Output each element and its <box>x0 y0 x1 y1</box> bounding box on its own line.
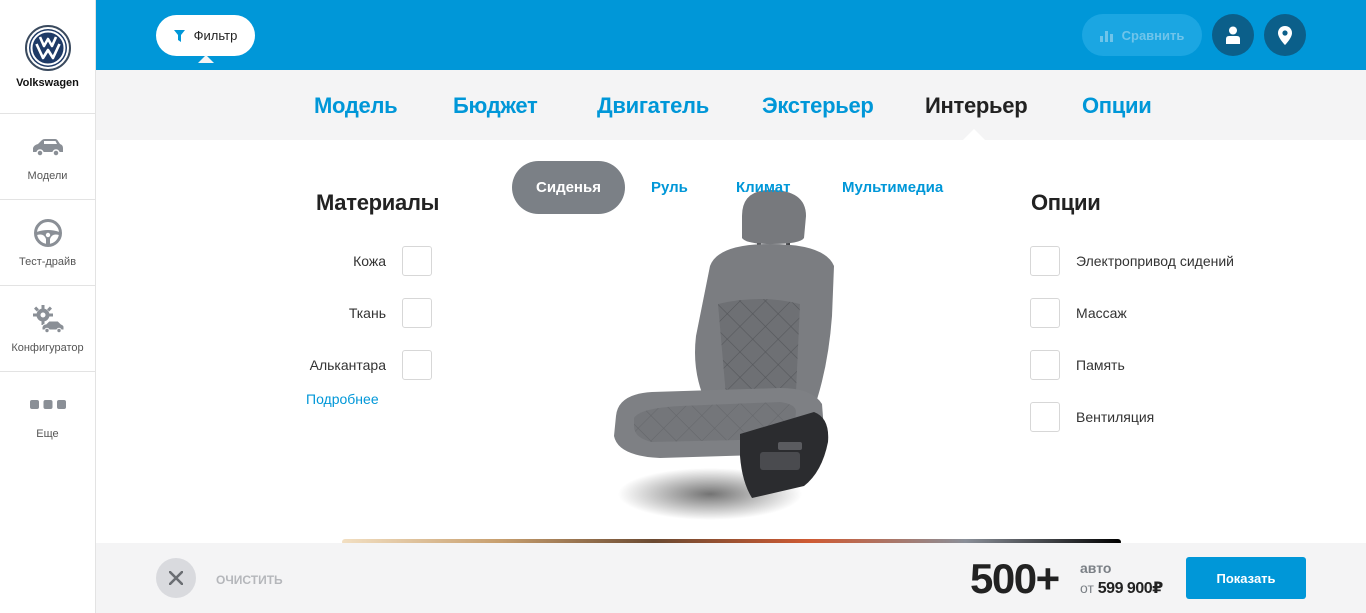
user-icon <box>1226 26 1240 44</box>
option-label: Массаж <box>1076 305 1127 321</box>
bottom-bar: ОЧИСТИТЬ 500+ авто от 599 900₽ Показать <box>96 543 1366 613</box>
subtab-climate[interactable]: Климат <box>736 179 791 196</box>
option-memory[interactable]: Память <box>1030 350 1125 380</box>
close-icon <box>169 571 183 585</box>
bar-chart-icon <box>1099 30 1113 42</box>
sidebar-item-label: Еще <box>36 428 59 440</box>
material-label: Алькантара <box>309 357 386 373</box>
material-option-leather[interactable]: Кожа <box>230 246 432 276</box>
tab-model[interactable]: Модель <box>314 93 398 119</box>
brand[interactable]: Volkswagen <box>0 0 95 114</box>
location-pin-icon <box>1278 25 1292 45</box>
option-label: Электропривод сидений <box>1076 253 1234 269</box>
clear-button[interactable] <box>156 558 196 598</box>
options-title: Опции <box>1031 190 1101 215</box>
leather-checkbox[interactable] <box>402 246 432 276</box>
material-option-alcantara[interactable]: Алькантара <box>230 350 432 380</box>
material-label: Ткань <box>348 305 386 321</box>
user-button[interactable] <box>1212 14 1254 56</box>
car-icon <box>32 138 63 157</box>
materials-title: Материалы <box>316 190 440 215</box>
subtab-steering[interactable]: Руль <box>651 179 688 196</box>
sidebar-item-label: Конфигуратор <box>11 341 84 354</box>
tab-interior[interactable]: Интерьер <box>925 93 1028 119</box>
compare-button[interactable]: Сравнить <box>1082 14 1202 56</box>
left-sidebar: Volkswagen Модели Тест-драйв Конфигурато… <box>0 0 96 613</box>
location-button[interactable] <box>1264 14 1306 56</box>
material-option-fabric[interactable]: Ткань <box>230 298 432 328</box>
clear-label[interactable]: ОЧИСТИТЬ <box>216 573 283 587</box>
price-prefix: от <box>1080 580 1094 596</box>
option-power-seats[interactable]: Электропривод сидений <box>1030 246 1234 276</box>
ventilation-checkbox[interactable] <box>1030 402 1060 432</box>
memory-checkbox[interactable] <box>1030 350 1060 380</box>
steering-wheel-icon <box>33 218 62 247</box>
vw-logo-icon <box>24 24 71 71</box>
option-label: Память <box>1076 357 1125 373</box>
material-label: Кожа <box>353 253 386 269</box>
price-value: 599 900₽ <box>1097 580 1163 597</box>
top-bar: Фильтр Сравнить <box>96 0 1366 70</box>
active-tab-pointer <box>962 129 986 141</box>
more-info-link[interactable]: Подробнее <box>306 391 379 407</box>
compare-label: Сравнить <box>1121 27 1185 43</box>
sidebar-item-configurator[interactable]: Конфигуратор <box>0 286 95 372</box>
subtab-seats[interactable]: Сиденья <box>512 161 625 214</box>
sidebar-item-test-drive[interactable]: Тест-драйв <box>0 200 95 286</box>
gear-car-icon <box>32 304 64 333</box>
alcantara-checkbox[interactable] <box>402 350 432 380</box>
sidebar-item-label: Тест-драйв <box>18 255 77 268</box>
sidebar-item-models[interactable]: Модели <box>0 114 95 200</box>
fabric-checkbox[interactable] <box>402 298 432 328</box>
result-unit: авто <box>1080 560 1112 576</box>
price-from: от 599 900₽ <box>1080 578 1163 598</box>
option-ventilation[interactable]: Вентиляция <box>1030 402 1154 432</box>
filter-label: Фильтр <box>193 28 238 43</box>
show-results-button[interactable]: Показать <box>1186 557 1306 599</box>
filter-funnel-icon <box>173 29 185 42</box>
category-tabs: Модель Бюджет Двигатель Экстерьер Интерь… <box>96 70 1366 141</box>
tab-options[interactable]: Опции <box>1082 93 1152 119</box>
sidebar-item-label: Модели <box>27 169 68 182</box>
tab-budget[interactable]: Бюджет <box>453 93 538 119</box>
option-label: Вентиляция <box>1076 409 1155 425</box>
more-dots-icon <box>29 400 66 409</box>
tab-engine[interactable]: Двигатель <box>597 93 709 119</box>
sidebar-item-more[interactable]: Еще <box>0 372 95 458</box>
filter-button[interactable]: Фильтр <box>156 15 255 63</box>
option-massage[interactable]: Массаж <box>1030 298 1127 328</box>
subtab-multimedia[interactable]: Мультимедиа <box>842 179 943 196</box>
tab-exterior[interactable]: Экстерьер <box>762 93 874 119</box>
result-count: 500+ <box>970 555 1060 602</box>
seat-image <box>614 190 834 520</box>
massage-checkbox[interactable] <box>1030 298 1060 328</box>
power-seats-checkbox[interactable] <box>1030 246 1060 276</box>
brand-name: Volkswagen <box>16 76 79 89</box>
